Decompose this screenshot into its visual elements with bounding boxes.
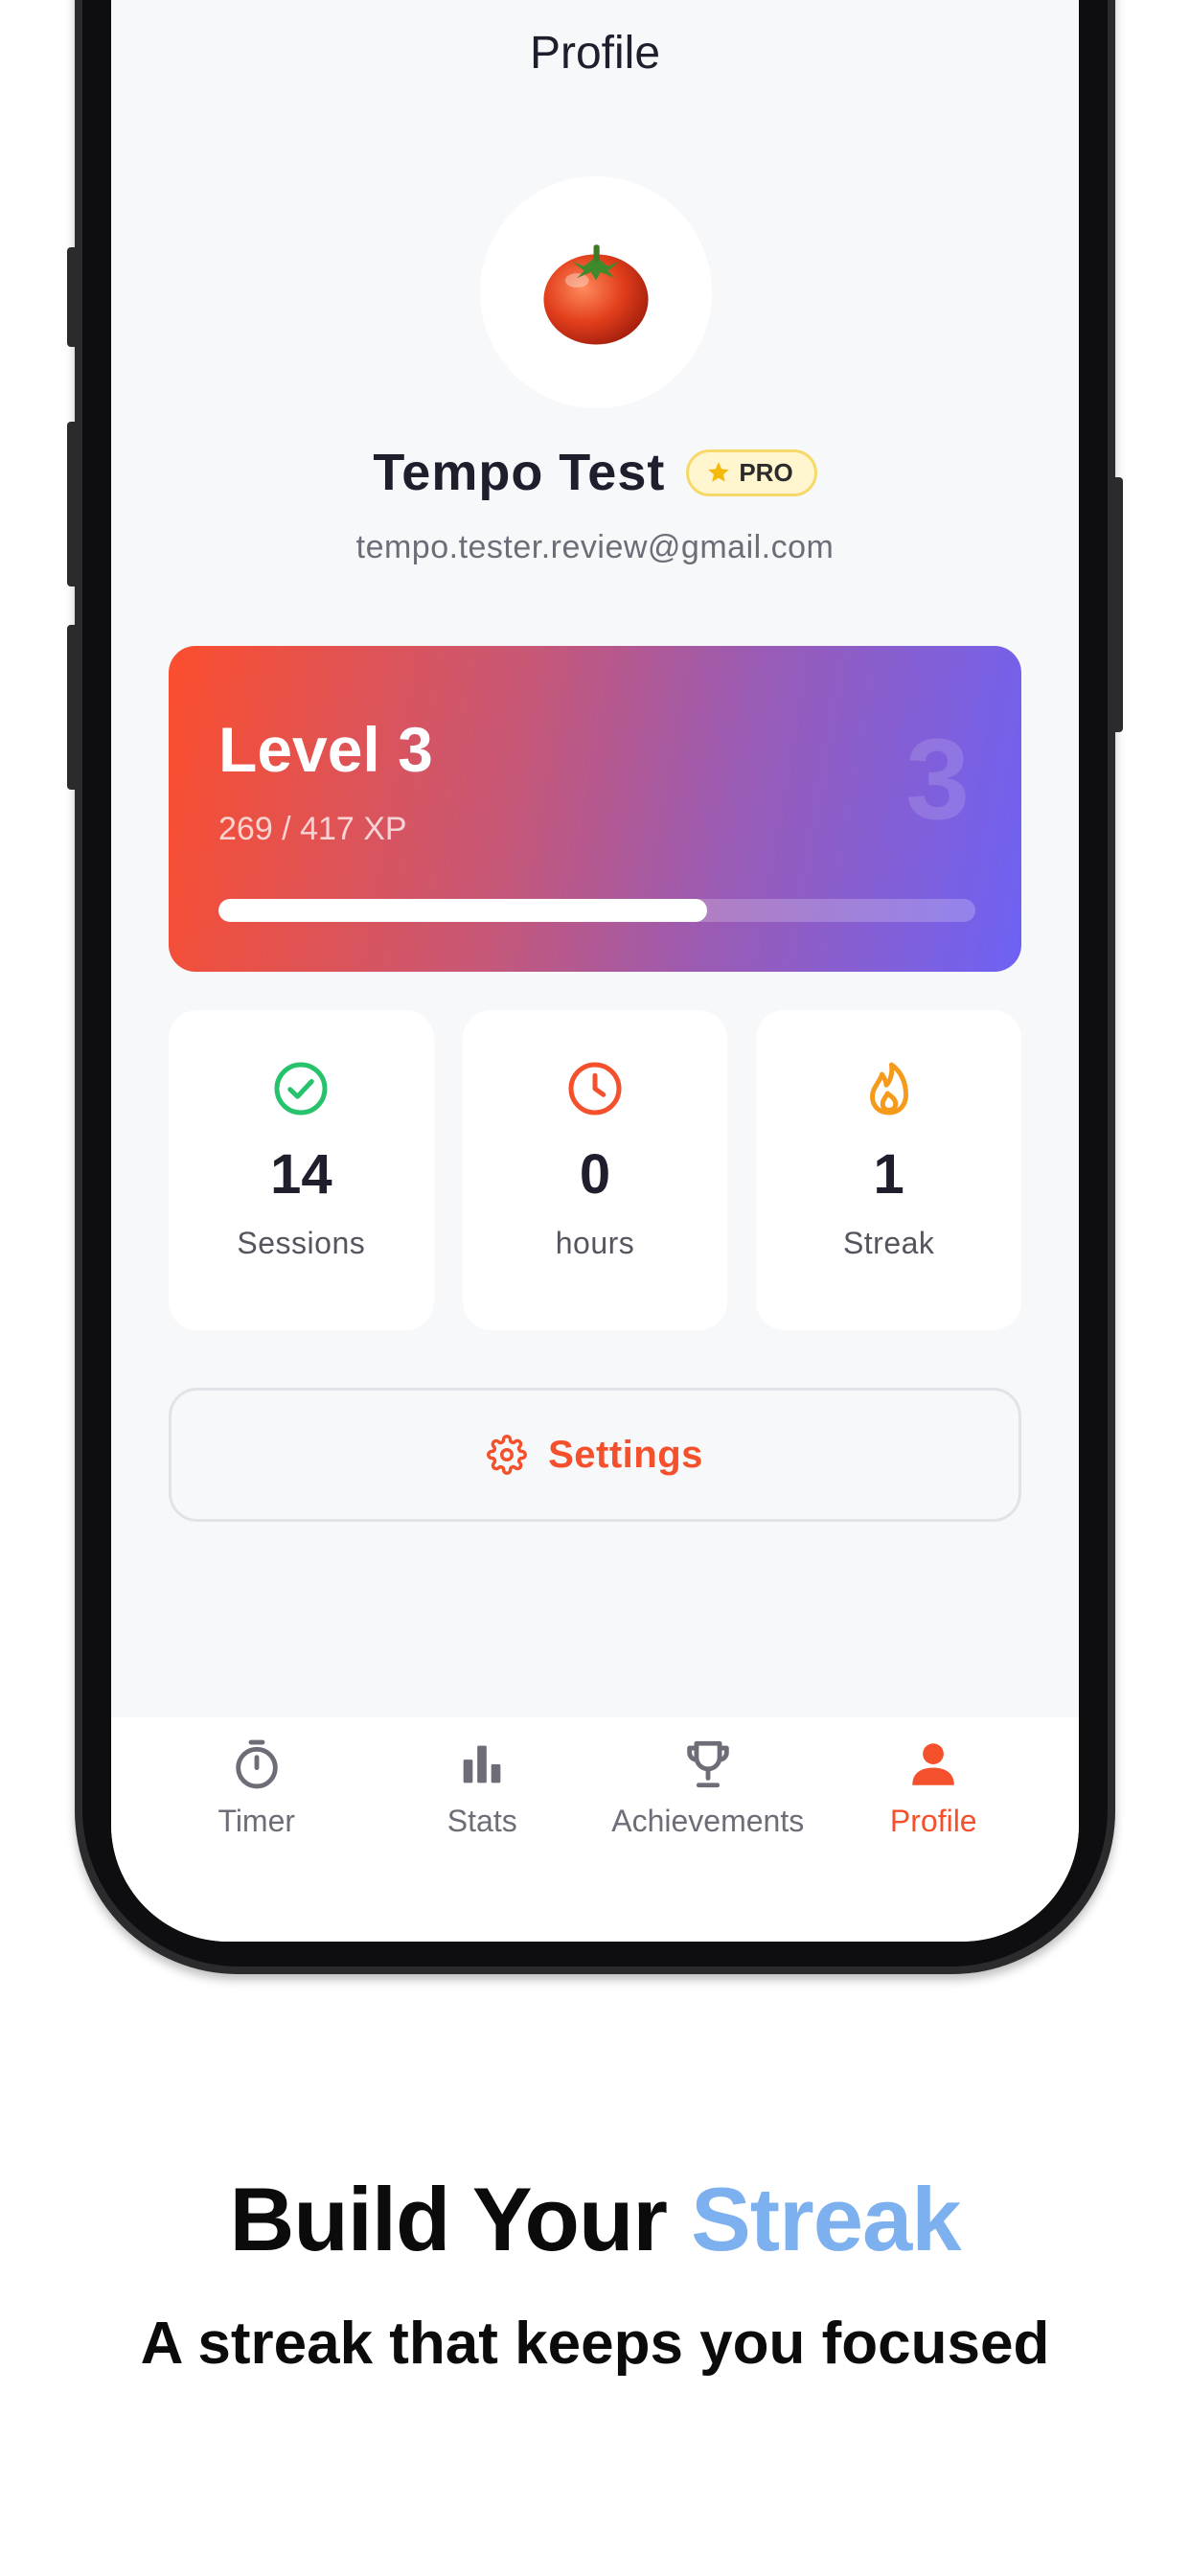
marketing-subheadline: A streak that keeps you focused	[140, 2311, 1050, 2377]
tab-label: Stats	[446, 1804, 517, 1838]
tab-stats[interactable]: Stats	[371, 1717, 593, 1942]
marketing-headline: Build Your Streak	[0, 2168, 1190, 2271]
clock-icon	[568, 1062, 622, 1116]
volume-down-button	[67, 625, 79, 790]
tab-label: Profile	[889, 1804, 977, 1838]
check-circle-icon	[274, 1062, 328, 1116]
flame-icon	[869, 1062, 908, 1116]
user-email: tempo.tester.review@gmail.com	[355, 529, 835, 565]
screenshot-stage: Profile Tempo Test PRO tempo.tester.revi…	[0, 0, 1190, 2576]
power-button	[1111, 477, 1123, 732]
user-name: Tempo Test	[373, 444, 666, 501]
tomato-icon	[543, 244, 649, 345]
stat-card-sessions[interactable]: 14 Sessions	[169, 1010, 434, 1330]
settings-button[interactable]: Settings	[169, 1388, 1021, 1522]
tab-achievements[interactable]: Achievements	[597, 1717, 819, 1942]
page-title: Profile	[529, 28, 661, 79]
stat-card-hours[interactable]: 0 hours	[462, 1010, 728, 1330]
stat-value: 0	[579, 1143, 611, 1206]
stat-label: hours	[555, 1226, 635, 1260]
stat-label: Sessions	[237, 1226, 366, 1260]
stopwatch-icon	[236, 1739, 278, 1789]
stat-label: Streak	[842, 1226, 935, 1260]
star-icon	[708, 462, 730, 482]
tab-profile[interactable]: Profile	[822, 1717, 1044, 1942]
settings-button-label: Settings	[548, 1433, 703, 1476]
headline-accent-text: Streak	[691, 2169, 961, 2269]
tab-label: Timer	[217, 1804, 296, 1838]
trophy-icon	[687, 1740, 729, 1788]
pro-badge-label: PRO	[739, 457, 793, 487]
stats-row: 14 Sessions 0 hours 1 Streak	[169, 1010, 1022, 1330]
level-card: Level 3 269 / 417 XP 3	[169, 646, 1021, 972]
app-screen: Profile Tempo Test PRO tempo.tester.revi…	[111, 0, 1079, 1942]
pro-badge: PRO	[686, 448, 817, 496]
level-number-watermark: 3	[905, 715, 970, 843]
stat-value: 1	[873, 1143, 904, 1206]
level-xp-text: 269 / 417 XP	[218, 811, 407, 847]
stat-card-streak[interactable]: 1 Streak	[756, 1010, 1022, 1330]
action-button	[67, 247, 79, 347]
xp-progress-track	[218, 899, 975, 922]
xp-progress-fill	[218, 899, 707, 922]
bottom-tab-bar: Timer Stats Achievements Profile	[111, 1717, 1079, 1942]
bar-chart-icon	[463, 1745, 501, 1783]
level-title: Level 3	[218, 714, 433, 785]
gear-icon	[487, 1435, 528, 1475]
stat-value: 14	[270, 1143, 332, 1206]
headline-text: Build Your	[229, 2169, 692, 2269]
profile-name-row: Tempo Test PRO	[111, 443, 1079, 502]
tab-timer[interactable]: Timer	[146, 1717, 368, 1942]
volume-up-button	[67, 422, 79, 586]
avatar[interactable]	[480, 176, 712, 408]
person-icon	[912, 1743, 954, 1785]
tab-label: Achievements	[611, 1804, 805, 1838]
